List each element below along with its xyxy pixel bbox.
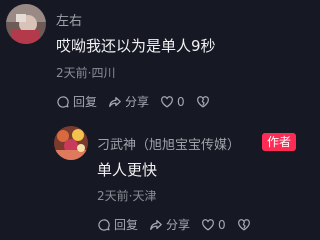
reply-button[interactable]: 回复 <box>56 93 97 110</box>
reply-text: 单人更快 <box>97 161 158 179</box>
reply-button[interactable]: 回复 <box>97 216 138 233</box>
avatar[interactable] <box>6 4 46 44</box>
comment-meta: 2天前·四川 <box>56 66 116 80</box>
reply-avatar[interactable] <box>54 126 88 160</box>
comment-thread: 左右 哎呦我还以为是单人9秒 2天前·四川 回复 分享 0 刁武神（旭旭宝宝传媒… <box>0 0 309 240</box>
reply-label: 回复 <box>114 218 139 232</box>
heart-icon <box>161 95 173 107</box>
like-count: 0 <box>177 94 185 109</box>
reply-label: 回复 <box>73 95 98 109</box>
comment-text: 哎呦我还以为是单人9秒 <box>56 37 216 55</box>
share-icon <box>109 96 121 107</box>
reply-icon <box>98 218 110 231</box>
dislike-button[interactable] <box>196 95 213 109</box>
share-icon <box>150 219 162 230</box>
dislike-button[interactable] <box>237 218 254 232</box>
like-count: 0 <box>218 217 226 232</box>
dislike-icon <box>237 218 250 230</box>
reply-meta: 2天前·天津 <box>97 189 157 203</box>
comment-username[interactable]: 左右 <box>56 10 82 29</box>
share-button[interactable]: 分享 <box>149 216 190 233</box>
like-button[interactable]: 0 <box>201 218 226 232</box>
author-badge: 作者 <box>262 133 297 151</box>
reply-icon <box>57 95 69 108</box>
like-button[interactable]: 0 <box>160 95 185 109</box>
share-label: 分享 <box>166 218 191 232</box>
dislike-icon <box>196 95 209 107</box>
share-label: 分享 <box>125 95 150 109</box>
comment-actions: 回复 分享 0 <box>56 93 213 110</box>
reply-username[interactable]: 刁武神（旭旭宝宝传媒） <box>97 134 240 153</box>
share-button[interactable]: 分享 <box>108 93 149 110</box>
heart-icon <box>202 218 214 230</box>
reply-actions: 回复 分享 0 <box>97 216 254 233</box>
